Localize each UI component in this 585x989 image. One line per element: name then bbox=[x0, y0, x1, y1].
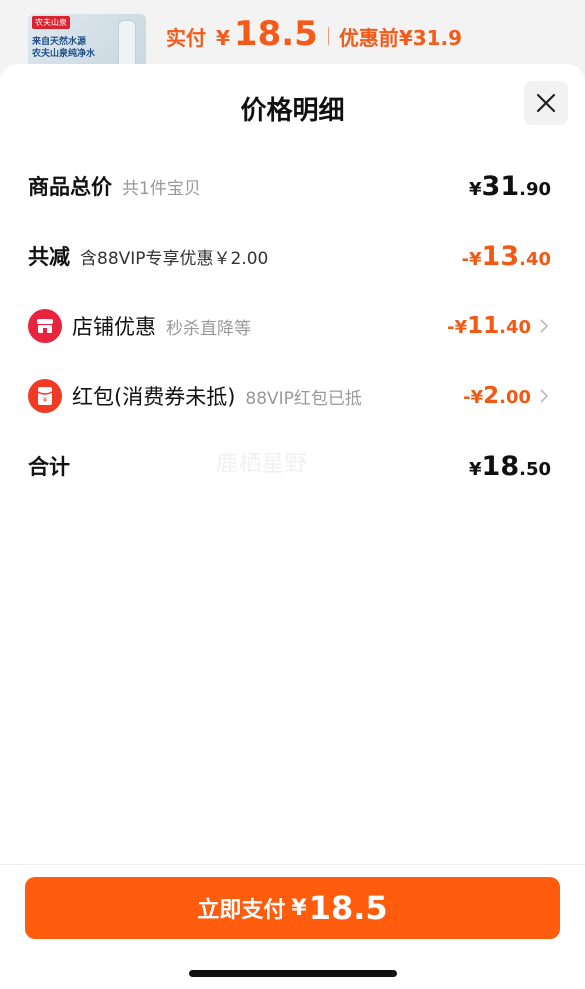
row-label: 合计 bbox=[28, 455, 70, 479]
row-note: 88VIP红包已抵 bbox=[245, 388, 362, 409]
price-divider bbox=[327, 27, 329, 45]
row-amount: ¥ 18 .50 bbox=[469, 451, 551, 482]
pay-amount: 18.5 bbox=[308, 889, 388, 927]
chevron-right-icon bbox=[539, 318, 551, 334]
amount-decimal: .40 bbox=[519, 248, 551, 270]
row-amount: - ¥ 13 .40 bbox=[462, 241, 551, 272]
row-amount: - ¥ 11 .40 bbox=[447, 313, 531, 339]
pay-now-button[interactable]: 立即支付 ¥ 18.5 bbox=[25, 877, 560, 939]
row-label: 商品总价 bbox=[28, 175, 112, 199]
amount-integer: 11 bbox=[467, 313, 500, 339]
row-label: 红包(消费券未抵) bbox=[72, 385, 236, 409]
amount-sign: - bbox=[461, 248, 469, 270]
row-store-discount[interactable]: 店铺优惠 秒杀直降等 - ¥ 11 .40 bbox=[28, 306, 551, 346]
amount-currency: ¥ bbox=[469, 458, 482, 480]
row-red-packet[interactable]: ¥ 红包(消费券未抵) 88VIP红包已抵 - ¥ 2 .00 bbox=[28, 376, 551, 416]
row-total-discount: 共减 含88VIP专享优惠￥2.00 - ¥ 13 .40 bbox=[28, 236, 551, 276]
brand-tag: 农夫山泉 bbox=[32, 16, 70, 29]
amount-currency: ¥ bbox=[469, 178, 482, 200]
shop-icon bbox=[28, 309, 62, 343]
chevron-right-icon bbox=[539, 388, 551, 404]
background-price: 实付 ¥ 18.5 优惠前 ¥31.9 bbox=[166, 14, 462, 58]
home-indicator[interactable] bbox=[189, 970, 397, 977]
svg-text:¥: ¥ bbox=[43, 396, 48, 404]
red-packet-icon: ¥ bbox=[28, 379, 62, 413]
amount-decimal: .50 bbox=[519, 458, 551, 480]
amount-decimal: .00 bbox=[499, 387, 531, 408]
row-note: 共1件宝贝 bbox=[122, 178, 201, 199]
amount-integer: 13 bbox=[481, 240, 520, 272]
pay-currency: ¥ bbox=[291, 895, 307, 921]
amount-sign: - bbox=[447, 317, 455, 338]
amount-integer: 31 bbox=[481, 170, 520, 202]
paid-amount: 18.5 bbox=[233, 14, 318, 54]
row-label: 共减 bbox=[28, 245, 70, 269]
pay-label: 立即支付 bbox=[197, 898, 286, 923]
close-icon bbox=[536, 93, 556, 113]
amount-decimal: .40 bbox=[499, 317, 531, 338]
sheet-title: 价格明细 bbox=[240, 96, 345, 126]
bottom-bar: 立即支付 ¥ 18.5 bbox=[0, 864, 585, 989]
original-label: 优惠前 bbox=[338, 26, 399, 50]
amount-decimal: .90 bbox=[519, 178, 551, 200]
row-note: 秒杀直降等 bbox=[166, 318, 251, 339]
row-label: 店铺优惠 bbox=[72, 315, 156, 339]
price-detail-sheet: 价格明细 商品总价 共1件宝贝 ¥ 31 .90 共减 含88VIP专享优惠￥2… bbox=[0, 64, 585, 989]
amount-sign: - bbox=[463, 387, 471, 408]
amount-integer: 18 bbox=[481, 450, 520, 482]
amount-currency: ¥ bbox=[469, 248, 482, 270]
row-note: 含88VIP专享优惠￥2.00 bbox=[80, 248, 269, 269]
row-amount: ¥ 31 .90 bbox=[469, 171, 551, 202]
paid-label: 实付 bbox=[166, 26, 206, 50]
close-button[interactable] bbox=[524, 81, 568, 125]
watermark: 鹿栖星野 bbox=[216, 452, 309, 477]
row-amount: - ¥ 2 .00 bbox=[463, 383, 531, 409]
paid-currency: ¥ bbox=[216, 26, 230, 50]
amount-integer: 2 bbox=[483, 383, 500, 409]
amount-currency: ¥ bbox=[470, 387, 484, 408]
amount-currency: ¥ bbox=[454, 317, 468, 338]
original-amount: ¥31.9 bbox=[398, 26, 463, 50]
thumb-text-2: 农夫山泉纯净水 bbox=[32, 49, 96, 59]
row-goods-total: 商品总价 共1件宝贝 ¥ 31 .90 bbox=[28, 166, 551, 206]
